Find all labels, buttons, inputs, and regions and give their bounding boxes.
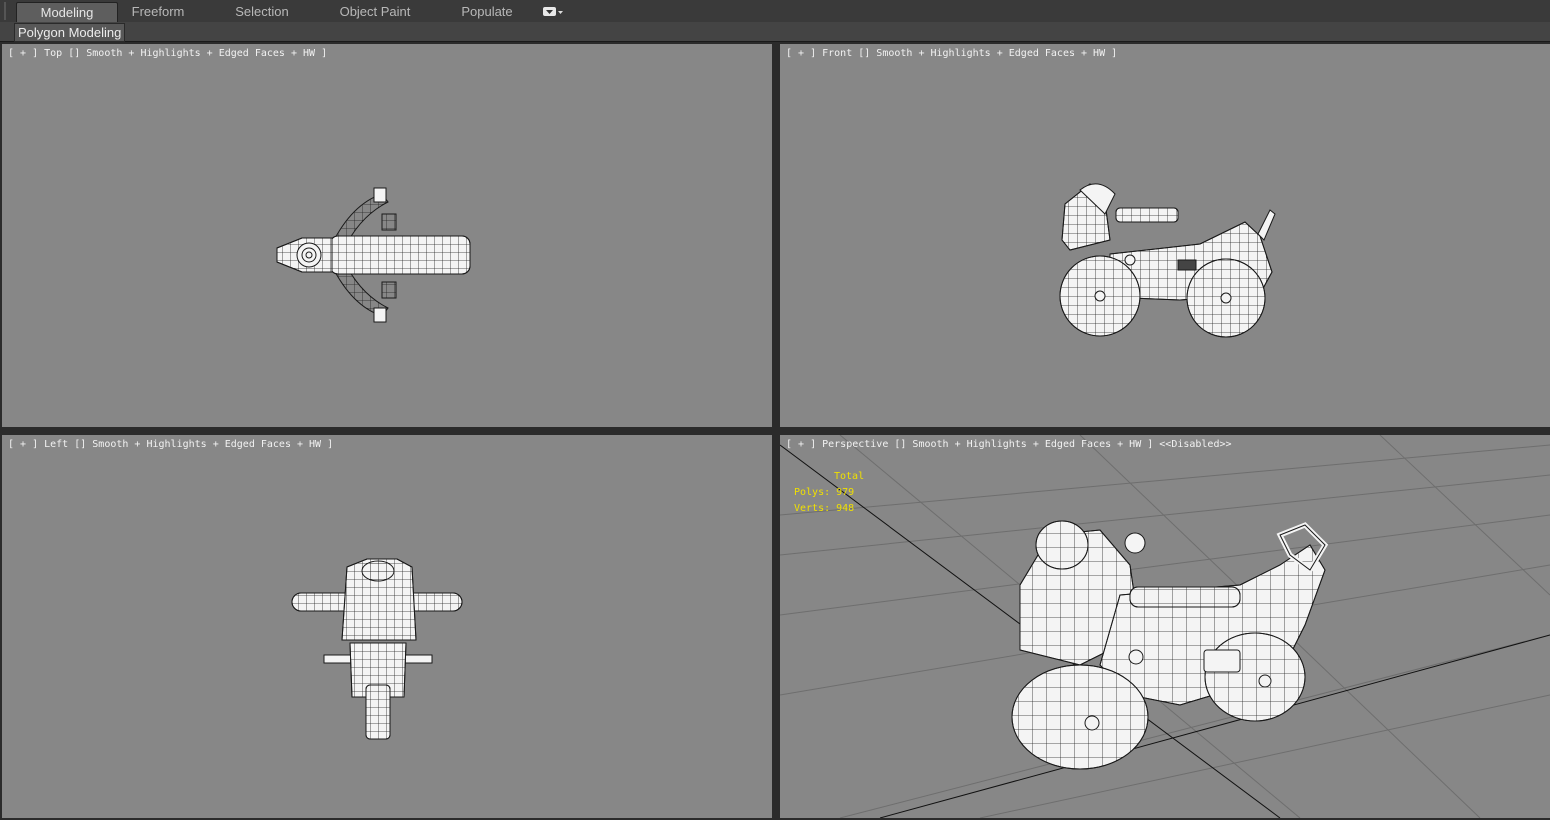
viewport-left-label[interactable]: [ + ] Left [] Smooth + Highlights + Edge… xyxy=(8,439,333,450)
viewport-perspective-label[interactable]: [ + ] Perspective [] Smooth + Highlights… xyxy=(786,439,1232,450)
top-view-model xyxy=(276,187,471,323)
viewport-front[interactable]: [ + ] Front [] Smooth + Highlights + Edg… xyxy=(780,44,1550,427)
scene-statistics: Total Polys: 979 Verts: 948 xyxy=(794,469,864,517)
viewport-left[interactable]: [ + ] Left [] Smooth + Highlights + Edge… xyxy=(2,435,772,818)
stats-header: Total xyxy=(834,471,865,482)
viewport-top-label[interactable]: [ + ] Top [] Smooth + Highlights + Edged… xyxy=(8,48,327,59)
tab-populate[interactable]: Populate xyxy=(450,2,524,21)
ribbon-tab-bar: Modeling Freeform Selection Object Paint… xyxy=(0,0,1550,23)
stats-verts: Verts: 948 xyxy=(794,503,855,514)
ribbon-panel-bar: Polygon Modeling xyxy=(0,22,1550,42)
front-view-model xyxy=(1059,183,1276,338)
viewport-front-label[interactable]: [ + ] Front [] Smooth + Highlights + Edg… xyxy=(786,48,1117,59)
polygon-modeling-button[interactable]: Polygon Modeling xyxy=(14,23,126,42)
viewport-perspective[interactable]: [ + ] Perspective [] Smooth + Highlights… xyxy=(780,435,1550,818)
perspective-view-model xyxy=(780,435,1550,818)
ribbon-grip-handle[interactable] xyxy=(4,2,12,20)
tab-freeform[interactable]: Freeform xyxy=(118,2,198,21)
stats-polys: Polys: 979 xyxy=(794,487,855,498)
tab-selection[interactable]: Selection xyxy=(222,2,302,21)
tab-modeling[interactable]: Modeling xyxy=(16,2,118,22)
tab-object-paint[interactable]: Object Paint xyxy=(330,2,420,21)
left-view-model xyxy=(291,558,463,740)
viewport-top[interactable]: [ + ] Top [] Smooth + Highlights + Edged… xyxy=(2,44,772,427)
ribbon-options-dropdown-icon[interactable] xyxy=(542,5,564,18)
